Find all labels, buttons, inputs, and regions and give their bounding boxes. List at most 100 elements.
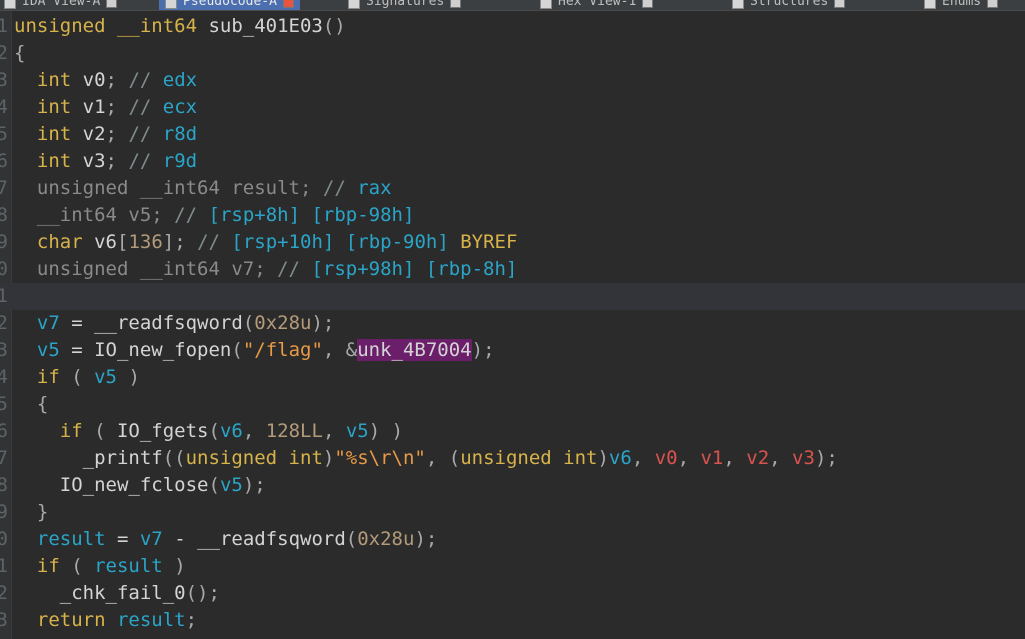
code-line[interactable]: 0 unsigned __int64 v7; // [rsp+98h] [rbp… (0, 256, 1025, 283)
line-number: 4 (0, 366, 8, 388)
code-token: [rsp+98h] [rbp-8h] (311, 258, 518, 280)
code-token: ; (185, 609, 198, 631)
tab-hex-view-1[interactable]: Hex View-1 (540, 0, 654, 10)
code-token: v3 (82, 150, 106, 172)
close-tab-icon[interactable] (987, 0, 999, 8)
code-token: unsigned int (185, 447, 323, 469)
tab-structures[interactable]: Structures (732, 0, 846, 10)
tab-label: Structures (750, 0, 829, 9)
code-token: , (769, 447, 793, 469)
code-line[interactable]: 5 int v2; // r8d (0, 121, 1025, 148)
code-token: result (94, 555, 163, 577)
code-line[interactable]: 2 _chk_fail_0(); (0, 580, 1025, 607)
tab-label: Pseudocode-A (183, 0, 277, 9)
close-tab-icon[interactable] (450, 0, 462, 8)
code-text: if ( result ) (14, 553, 186, 580)
code-token: // (128, 69, 163, 91)
code-token: () (322, 15, 346, 37)
code-line[interactable]: 1 (0, 283, 1025, 310)
code-token: int (36, 96, 83, 118)
code-token: [rsp+10h] [rbp-90h] (231, 231, 461, 253)
code-token: ( (242, 312, 255, 334)
code-line[interactable]: 4 if ( v5 ) (0, 364, 1025, 391)
code-token: = IO_new_fopen (59, 339, 232, 361)
code-line[interactable]: 2 v7 = __readfsqword(0x28u); (0, 310, 1025, 337)
code-line[interactable]: 1 unsigned __int64 sub_401E03() (0, 13, 1025, 40)
highlighted-symbol[interactable]: unk_4B7004 (357, 339, 472, 361)
code-token: sub_401E03 (208, 15, 323, 37)
code-token: v6 (219, 420, 243, 442)
code-line[interactable]: 9 } (0, 499, 1025, 526)
code-token: v3 (792, 447, 815, 469)
close-tab-icon[interactable] (834, 0, 846, 8)
line-number: 6 (0, 150, 8, 172)
code-line[interactable]: 8 __int64 v5; // [rsp+8h] [rbp-98h] (0, 202, 1025, 229)
code-line[interactable]: 3 int v0; // edx (0, 67, 1025, 94)
code-line[interactable]: 7 unsigned __int64 result; // rax (0, 175, 1025, 202)
code-line[interactable]: 2{ (0, 40, 1025, 67)
code-token: // (128, 150, 163, 172)
code-token: , (723, 447, 747, 469)
line-number: 6 (0, 420, 8, 442)
close-tab-icon[interactable] (282, 0, 294, 8)
code-line[interactable]: 0 result = v7 - __readfsqword(0x28u); (0, 526, 1025, 553)
code-token: v7 (139, 528, 163, 550)
code-line[interactable]: 4 int v1; // ecx (0, 94, 1025, 121)
pseudocode-icon (165, 0, 177, 9)
code-token: (( (162, 447, 186, 469)
close-tab-icon[interactable] (106, 0, 118, 8)
line-number: 3 (0, 609, 8, 631)
code-line[interactable]: 6 if ( IO_fgets(v6, 128LL, v5) ) (0, 418, 1025, 445)
code-text: unsigned __int64 result; // rax (14, 175, 392, 202)
code-line[interactable]: 5 { (0, 391, 1025, 418)
line-number: 5 (0, 123, 8, 145)
code-line[interactable]: 9 char v6[136]; // [rsp+10h] [rbp-90h] B… (0, 229, 1025, 256)
line-number: 8 (0, 204, 8, 226)
code-token: ( (94, 420, 117, 442)
close-tab-icon[interactable] (642, 0, 654, 8)
tab-enums[interactable]: Enums (924, 0, 999, 10)
tab-pseudocode-a[interactable]: Pseudocode-A (159, 0, 300, 10)
line-number: 2 (0, 312, 8, 334)
code-token: unsigned __int64 (14, 15, 209, 37)
pseudocode-editor[interactable]: 1 unsigned __int64 sub_401E03() 2{3 int v0… (0, 11, 1025, 639)
code-token: } (36, 501, 49, 523)
code-token: v5 (219, 474, 243, 496)
line-number: 0 (0, 528, 8, 550)
code-token: if (36, 366, 72, 388)
code-token: // (322, 177, 358, 199)
code-token: = (105, 528, 140, 550)
code-token: return (36, 609, 117, 631)
tab-label: Signatures (366, 0, 445, 9)
code-token: ; (105, 150, 129, 172)
code-token: (); (185, 582, 220, 604)
code-token: ( (71, 366, 95, 388)
code-line[interactable]: 8 IO_new_fclose(v5); (0, 472, 1025, 499)
code-token: ; (105, 96, 129, 118)
line-number: 1 (0, 555, 8, 577)
code-line[interactable]: 1 if ( result ) (0, 553, 1025, 580)
line-number: 7 (0, 177, 8, 199)
tab-ida-view-a[interactable]: IDA View-A (4, 0, 118, 10)
line-number: 9 (0, 501, 8, 523)
code-token: _printf (82, 447, 163, 469)
code-line[interactable]: 6 int v3; // r9d (0, 148, 1025, 175)
tab-label: IDA View-A (22, 0, 101, 9)
code-token: v2 (82, 123, 106, 145)
code-token: // (128, 123, 163, 145)
code-line[interactable]: 3 v5 = IO_new_fopen("/flag", &unk_4B7004… (0, 337, 1025, 364)
code-token: 0x28u (357, 528, 415, 550)
tab-signatures[interactable]: Signatures (348, 0, 462, 10)
code-line[interactable]: 7 _printf((unsigned int)"%s\r\n", (unsig… (0, 445, 1025, 472)
code-line[interactable]: 3 return result; (0, 607, 1025, 634)
code-token: 128LL (265, 420, 323, 442)
line-number: 1 (0, 15, 8, 37)
line-number: 5 (0, 393, 8, 415)
